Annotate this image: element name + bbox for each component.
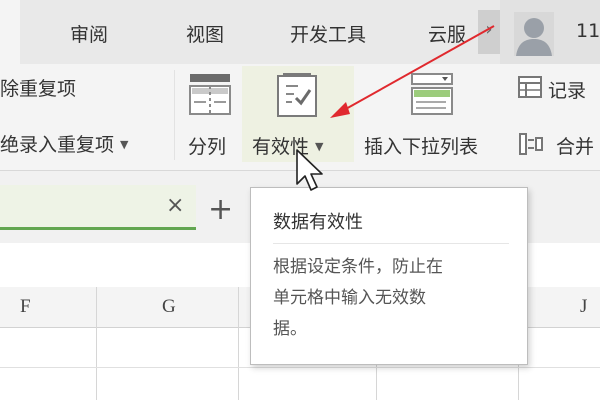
- tooltip-line: 单元格中输入无效数: [273, 288, 426, 308]
- split-column-button[interactable]: 分列: [188, 132, 226, 159]
- reject-duplicate-entry-label: 绝录入重复项: [0, 134, 115, 156]
- user-avatar-icon[interactable]: [514, 12, 554, 56]
- chevron-down-icon[interactable]: ▼: [315, 140, 323, 153]
- reject-duplicate-entry-button[interactable]: 绝录入重复项 ▼: [0, 130, 128, 157]
- validity-tooltip: 数据有效性 根据设定条件，防止在 单元格中输入无效数 据。: [250, 187, 528, 365]
- ribbon-divider: [174, 70, 175, 160]
- merge-calculation-button[interactable]: 合并: [556, 132, 594, 159]
- user-account-area[interactable]: 11: [500, 0, 600, 64]
- tooltip-line: 根据设定条件，防止在: [273, 257, 443, 277]
- workbook-tab[interactable]: ×: [0, 185, 196, 230]
- record-form-button[interactable]: 记录: [548, 76, 586, 103]
- tooltip-description: 根据设定条件，防止在 单元格中输入无效数 据。: [273, 252, 517, 345]
- menu-tab-bar: 审阅 视图 开发工具 云服 › 11: [0, 0, 600, 64]
- column-divider: [238, 287, 239, 400]
- column-header-f[interactable]: F: [20, 296, 31, 318]
- tab-cloud-service[interactable]: 云服: [428, 20, 466, 47]
- data-validation-icon[interactable]: [274, 72, 322, 124]
- tab-view[interactable]: 视图: [186, 20, 224, 47]
- username-label: 11: [576, 20, 600, 42]
- chevron-down-icon[interactable]: ▼: [120, 138, 128, 151]
- insert-dropdown-list-button[interactable]: 插入下拉列表: [364, 132, 478, 159]
- ribbon-toolbar: 除重复项 绝录入重复项 ▼ 分列 有效性 ▼ 插入下拉列表 记录 合并: [0, 64, 600, 171]
- row-divider: [0, 367, 600, 368]
- close-icon[interactable]: ×: [166, 193, 184, 218]
- validity-button-group[interactable]: 有效性 ▼: [242, 66, 354, 162]
- new-tab-button[interactable]: +: [208, 195, 233, 225]
- merge-calculation-icon[interactable]: [518, 132, 544, 160]
- column-divider: [96, 287, 97, 400]
- tooltip-divider: [273, 243, 509, 244]
- column-header-j[interactable]: J: [580, 296, 587, 318]
- tooltip-line: 据。: [273, 319, 307, 339]
- tab-developer-tools[interactable]: 开发工具: [290, 20, 366, 47]
- remove-duplicates-button[interactable]: 除重复项: [0, 74, 76, 101]
- tooltip-title: 数据有效性: [273, 212, 363, 233]
- validity-label: 有效性: [252, 136, 310, 158]
- tab-review[interactable]: 审阅: [70, 20, 108, 47]
- split-column-icon[interactable]: [186, 72, 234, 122]
- validity-button[interactable]: 有效性 ▼: [252, 132, 323, 159]
- tab-scroll-right-button[interactable]: ›: [478, 10, 500, 54]
- tab-data-active[interactable]: [0, 0, 20, 64]
- insert-dropdown-list-icon[interactable]: [408, 72, 456, 122]
- column-header-g[interactable]: G: [162, 296, 176, 318]
- record-form-icon[interactable]: [518, 76, 542, 102]
